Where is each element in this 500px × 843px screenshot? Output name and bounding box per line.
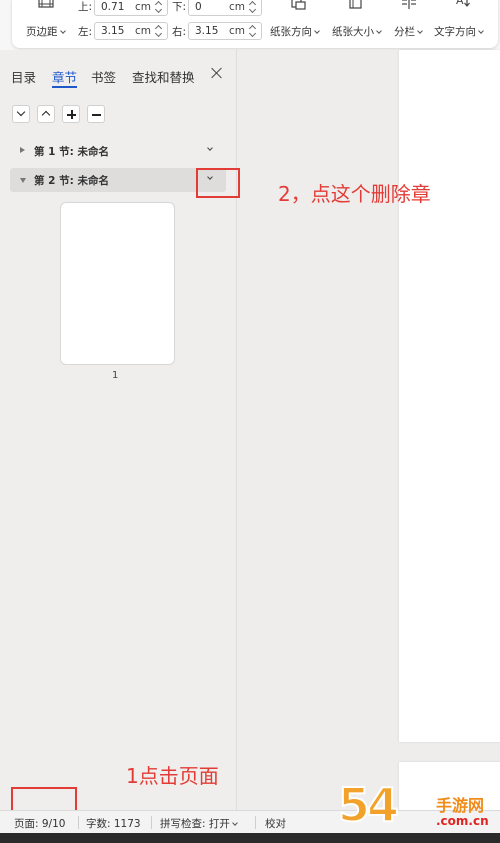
paper-size-label: 纸张大小	[332, 26, 374, 38]
tab-find-replace[interactable]: 查找和替换	[132, 67, 195, 86]
text-direction-icon[interactable]: A	[455, 0, 471, 9]
chevron-down-icon	[314, 28, 320, 34]
paper-size-button[interactable]: 纸张大小	[332, 24, 382, 39]
section-menu-icon[interactable]	[207, 145, 213, 151]
watermark-title: 手游网	[436, 796, 485, 815]
columns-label: 分栏	[394, 26, 415, 38]
section-label: 第 2 节: 未命名	[34, 175, 109, 187]
unit-label: cm	[134, 25, 151, 37]
orientation-label: 纸张方向	[270, 26, 312, 38]
tab-sections[interactable]: 章节	[52, 67, 77, 86]
spinner-icon[interactable]	[155, 23, 164, 39]
chevron-down-icon	[417, 28, 423, 34]
next-section-button[interactable]	[12, 105, 30, 123]
left-margin-label: 左:	[78, 26, 93, 38]
divider	[78, 816, 79, 829]
spell-check-toggle[interactable]: 拼写检查: 打开	[160, 816, 238, 831]
navigation-pane: 目录 章节 书签 查找和替换 第 1 节: 未命名 第 2 节: 未命名 1	[0, 50, 237, 810]
bottom-margin-value: 0	[195, 1, 202, 13]
bottom-margin-label: 下:	[172, 1, 187, 13]
top-margin-field[interactable]: 0.71 cm	[94, 0, 168, 16]
tab-bookmarks[interactable]: 书签	[91, 67, 116, 86]
spinner-icon[interactable]	[249, 0, 258, 15]
thumbnail-page-number: 1	[112, 370, 119, 381]
paper-size-icon[interactable]	[348, 0, 364, 10]
chevron-down-icon	[478, 28, 484, 34]
spell-check-label: 拼写检查: 打开	[160, 818, 230, 830]
page-indicator[interactable]: 页面: 9/10	[14, 816, 65, 831]
right-margin-label: 右:	[172, 26, 187, 38]
unit-label: cm	[134, 1, 151, 13]
unit-label: cm	[228, 25, 245, 37]
orientation-icon[interactable]	[290, 0, 306, 10]
annotation-step2: 2，点这个删除章	[278, 182, 431, 206]
chevron-down-icon	[16, 107, 26, 117]
tab-toc[interactable]: 目录	[11, 67, 36, 86]
add-section-button[interactable]	[62, 105, 80, 123]
section-label: 第 1 节: 未命名	[34, 146, 109, 158]
page-thumbnail[interactable]	[60, 202, 175, 365]
close-icon[interactable]	[211, 67, 223, 79]
expand-arrow-icon[interactable]	[20, 147, 25, 153]
site-watermark-logo: 54 手游网 .com.cn	[337, 777, 500, 838]
watermark-number: 54	[337, 777, 400, 833]
chevron-down-icon	[59, 28, 66, 34]
spinner-icon[interactable]	[249, 23, 258, 39]
columns-button[interactable]: 分栏	[394, 24, 423, 39]
divider	[151, 816, 152, 829]
left-margin-field[interactable]: 3.15 cm	[94, 22, 168, 40]
section-item-2[interactable]: 第 2 节: 未命名	[10, 168, 226, 192]
divider	[255, 816, 256, 829]
svg-text:A: A	[456, 0, 464, 7]
text-direction-label: 文字方向	[434, 26, 476, 38]
left-margin-value: 3.15	[101, 25, 125, 37]
page-layout-toolbar: 页边距 上: 0.71 cm 下: 0 cm 左: 3.15 cm 右: 3.1…	[12, 0, 498, 48]
collapse-arrow-icon[interactable]	[20, 178, 26, 183]
previous-section-button[interactable]	[37, 105, 55, 123]
annotation-highlight-section-menu	[196, 168, 240, 198]
proofread-button[interactable]: 校对	[265, 816, 286, 831]
margins-icon[interactable]	[38, 0, 54, 8]
watermark-url: .com.cn	[436, 814, 489, 828]
remove-section-button[interactable]	[87, 105, 105, 123]
word-count[interactable]: 字数: 1173	[86, 816, 141, 831]
unit-label: cm	[228, 1, 245, 13]
right-margin-value: 3.15	[195, 25, 219, 37]
spinner-icon[interactable]	[155, 0, 164, 15]
margins-label: 页边距	[26, 26, 58, 38]
orientation-button[interactable]: 纸张方向	[270, 24, 320, 39]
annotation-step1: 1点击页面	[126, 764, 219, 788]
section-item-1[interactable]: 第 1 节: 未命名	[10, 139, 226, 163]
chevron-down-icon	[376, 28, 382, 34]
columns-icon[interactable]	[401, 0, 417, 10]
text-direction-button[interactable]: 文字方向	[434, 24, 484, 39]
bottom-margin-field[interactable]: 0 cm	[188, 0, 262, 16]
active-tab-indicator	[52, 86, 77, 88]
chevron-up-icon	[41, 110, 51, 120]
top-margin-value: 0.71	[101, 1, 125, 13]
document-page[interactable]	[399, 50, 500, 742]
right-margin-field[interactable]: 3.15 cm	[188, 22, 262, 40]
ribbon: 页边距 上: 0.71 cm 下: 0 cm 左: 3.15 cm 右: 3.1…	[0, 0, 500, 50]
chevron-down-icon	[232, 820, 238, 826]
top-margin-label: 上:	[78, 1, 93, 13]
margins-button[interactable]: 页边距	[26, 24, 66, 39]
